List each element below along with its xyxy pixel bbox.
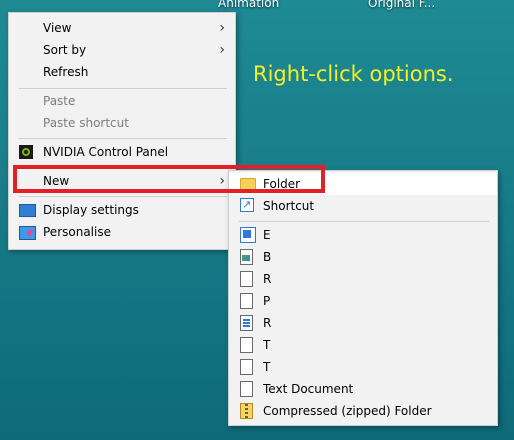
submenu-item-document-3[interactable]: T [229,334,497,356]
submenu-item-compressed-folder[interactable]: Compressed (zipped) Folder [229,400,497,422]
highlight-box [13,165,325,193]
menu-item-label: Display settings [43,203,139,217]
display-icon [19,204,36,217]
submenu-item-document-2[interactable]: P [229,290,497,312]
submenu-item-document-1[interactable]: R [229,268,497,290]
chevron-right-icon: › [219,42,225,58]
desktop-icon-label-animation[interactable]: Animation [218,0,279,10]
menu-separator [239,221,489,222]
bitmap-icon [240,249,253,265]
menu-item-refresh[interactable]: Refresh [9,61,235,83]
contact-icon [240,315,253,331]
access-icon [240,227,256,243]
submenu-item-label: Shortcut [263,199,315,213]
menu-item-paste: Paste [9,90,235,112]
menu-item-label: Sort by [43,43,87,57]
document-icon [240,359,253,375]
submenu-item-shortcut[interactable]: Shortcut [229,194,497,217]
submenu-item-label: R [263,316,272,330]
submenu-item-label: Compressed (zipped) Folder [263,404,432,418]
menu-item-paste-shortcut: Paste shortcut [9,112,235,134]
menu-item-nvidia-control-panel[interactable]: NVIDIA Control Panel [9,141,235,163]
menu-item-label: Personalise [43,225,111,239]
document-icon [240,337,253,353]
menu-item-view[interactable]: View › [9,17,235,39]
submenu-item-label: P [263,294,271,308]
submenu-item-label: R [263,272,272,286]
menu-item-display-settings[interactable]: Display settings [9,199,235,221]
submenu-item-label: T [263,360,271,374]
menu-item-label: Paste shortcut [43,116,129,130]
chevron-right-icon: › [219,20,225,36]
submenu-item-label: T [263,338,271,352]
submenu-item-access-database[interactable]: E [229,224,497,246]
submenu-item-bitmap-image[interactable]: B [229,246,497,268]
submenu-item-contact[interactable]: R [229,312,497,334]
submenu-item-label: Text Document [263,382,354,396]
new-submenu: Folder Shortcut E B R P R T T Text Docum… [228,170,498,426]
menu-separator [19,196,227,197]
submenu-item-label: B [263,250,272,264]
document-icon [240,271,253,287]
menu-item-label: NVIDIA Control Panel [43,145,169,159]
menu-separator [19,138,227,139]
zip-folder-icon [240,403,253,419]
submenu-item-document-4[interactable]: T [229,356,497,378]
menu-separator [19,88,227,89]
shortcut-icon [240,194,254,216]
nvidia-icon [19,145,33,159]
personalise-icon [19,226,36,240]
menu-item-sort-by[interactable]: Sort by › [9,39,235,61]
document-icon [240,293,253,309]
menu-item-label: Refresh [43,65,89,79]
text-document-icon [240,381,253,397]
desktop-context-menu: View › Sort by › Refresh Paste Paste sho… [8,12,236,250]
menu-item-label: View [43,21,72,35]
annotation-text: Right-click options. [253,62,454,86]
submenu-item-label: E [263,228,271,242]
menu-item-personalise[interactable]: Personalise [9,221,235,243]
submenu-item-text-document[interactable]: Text Document [229,378,497,400]
desktop-icon-label-original[interactable]: Original F... [368,0,435,10]
menu-item-label: Paste [43,94,76,108]
